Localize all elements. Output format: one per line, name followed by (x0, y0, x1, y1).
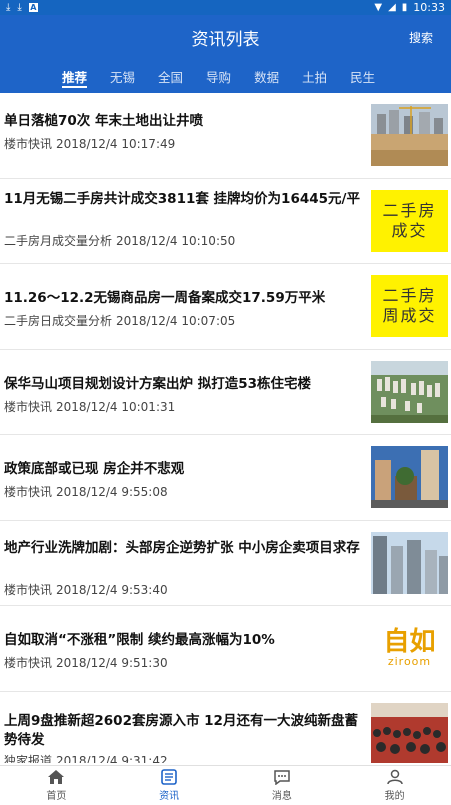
tab-national[interactable]: 全国 (158, 59, 183, 93)
news-meta: 独家报道 2018/12/4 9:31:42 (4, 752, 168, 764)
ziroom-logo-text: 自如 (383, 627, 436, 658)
city-street-photo (371, 446, 448, 509)
news-title: 单日落槌70次 年末土地出让井喷 (4, 113, 203, 129)
tab-data[interactable]: 数据 (254, 59, 279, 93)
page-title: 资讯列表 (191, 29, 260, 50)
news-meta: 楼市快讯 2018/12/4 9:55:08 (4, 483, 168, 500)
tab-land-auction[interactable]: 土拍 (302, 59, 327, 93)
news-thumbnail (371, 360, 448, 423)
signal-icon: ◢ (388, 1, 396, 13)
app-header: 资讯列表 搜索 (0, 15, 451, 59)
news-title: 11.26～12.2无锡商品房一周备案成交17.59万平米 (4, 290, 326, 306)
news-meta: 楼市快讯 2018/12/4 10:17:49 (4, 135, 175, 152)
news-time: 2018/12/4 10:17:49 (56, 137, 176, 151)
news-time: 2018/12/4 9:55:08 (56, 485, 168, 499)
news-meta: 楼市快讯 2018/12/4 9:53:40 (4, 581, 168, 598)
news-thumbnail (371, 531, 448, 594)
news-time: 2018/12/4 9:51:30 (56, 656, 168, 670)
construction-photo (371, 104, 448, 167)
news-title: 11月无锡二手房共计成交3811套 挂牌均价为16445元/平 (4, 190, 360, 207)
tab-guide[interactable]: 导购 (206, 59, 231, 93)
user-icon (386, 769, 403, 785)
download-icon: ⤓ (6, 1, 11, 13)
news-source: 二手房日成交量分析 (4, 314, 113, 328)
status-time: 10:33 (413, 1, 445, 14)
news-item[interactable]: 11.26～12.2无锡商品房一周备案成交17.59万平米 二手房日成交量分析 2… (0, 264, 451, 350)
news-time: 2018/12/4 9:31:42 (56, 753, 168, 764)
home-icon (48, 770, 65, 784)
news-source: 楼市快讯 (4, 137, 53, 151)
news-source: 楼市快讯 (4, 399, 53, 414)
news-source: 二手房月成交量分析 (4, 233, 113, 248)
news-item[interactable]: 上周9盘推新超2602套房源入市 12月还有一大波纯新盘蓄势待发 独家报道 201… (0, 692, 451, 764)
tab-livelihood[interactable]: 民生 (350, 59, 375, 93)
news-source: 楼市快讯 (4, 582, 53, 597)
app-notification-icon: A (28, 3, 38, 12)
news-thumbnail: 二手房 周成交 (371, 275, 448, 338)
news-title: 上周9盘推新超2602套房源入市 12月还有一大波纯新盘蓄势待发 (4, 712, 358, 748)
tab-wuxi[interactable]: 无锡 (110, 59, 135, 93)
nav-news[interactable]: 资讯 (113, 766, 226, 805)
news-time: 2018/12/4 10:10:50 (116, 233, 236, 248)
message-icon (274, 770, 290, 785)
battery-icon: ▮ (401, 1, 408, 13)
news-title: 政策底部或已现 房企并不悲观 (4, 461, 185, 477)
news-source: 独家报道 (4, 753, 53, 764)
news-item[interactable]: 自如取消“不涨租”限制 续约最高涨幅为10% 楼市快讯 2018/12/4 9:5… (0, 606, 451, 692)
tab-recommend[interactable]: 推荐 (62, 59, 88, 93)
news-time: 2018/12/4 10:07:05 (116, 314, 236, 328)
news-time: 2018/12/4 10:01:31 (56, 399, 176, 414)
news-thumbnail (371, 446, 448, 509)
nav-profile[interactable]: 我的 (338, 766, 451, 805)
nav-label: 首页 (46, 791, 67, 802)
news-item[interactable]: 保华马山项目规划设计方案出炉 拟打造53栋住宅楼 楼市快讯 2018/12/4 1… (0, 350, 451, 435)
category-tabs: 推荐 无锡 全国 导购 数据 土拍 民生 (0, 59, 451, 93)
nav-label: 资讯 (159, 791, 180, 802)
bottom-nav: 首页 资讯 消息 我的 (0, 765, 451, 805)
thumb-text: 成交 (391, 220, 428, 240)
news-item[interactable]: 单日落槌70次 年末土地出让井喷 楼市快讯 2018/12/4 10:17:49 (0, 93, 451, 179)
news-icon (161, 769, 177, 785)
news-meta: 二手房月成交量分析 2018/12/4 10:10:50 (4, 232, 235, 249)
news-item[interactable]: 地产行业洗牌加剧：头部房企逆势扩张 中小房企卖项目求存 楼市快讯 2018/12/… (0, 521, 451, 606)
news-thumbnail (371, 104, 448, 167)
news-source: 楼市快讯 (4, 485, 53, 499)
thumb-text: 周成交 (382, 306, 437, 326)
search-button[interactable]: 搜索 (409, 29, 433, 46)
news-meta: 楼市快讯 2018/12/4 10:01:31 (4, 398, 175, 415)
status-bar: ⤓ ⤓ A ▼ ◢ ▮ 10:33 (0, 0, 451, 15)
news-title: 自如取消“不涨租”限制 续约最高涨幅为10% (4, 632, 275, 648)
news-source: 楼市快讯 (4, 656, 53, 670)
thumb-text: 二手房 (382, 286, 437, 306)
news-item[interactable]: 政策底部或已现 房企并不悲观 楼市快讯 2018/12/4 9:55:08 (0, 435, 451, 521)
news-list: 单日落槌70次 年末土地出让井喷 楼市快讯 2018/12/4 10:17:49 … (0, 93, 451, 763)
nav-label: 我的 (384, 791, 405, 802)
nav-home[interactable]: 首页 (0, 766, 113, 805)
ziroom-logo-en: ziroom (387, 655, 432, 669)
wifi-icon: ▼ (374, 1, 383, 13)
nav-label: 消息 (271, 791, 292, 802)
towers-photo (371, 531, 448, 594)
aerial-render-photo (371, 360, 448, 423)
crowd-photo (371, 702, 448, 763)
news-thumbnail: 二手房 成交 (371, 189, 448, 252)
news-time: 2018/12/4 9:53:40 (56, 582, 168, 597)
download-icon: ⤓ (17, 1, 22, 13)
news-meta: 楼市快讯 2018/12/4 9:51:30 (4, 654, 168, 671)
news-title: 地产行业洗牌加剧：头部房企逆势扩张 中小房企卖项目求存 (4, 539, 360, 556)
thumb-text: 二手房 (382, 200, 437, 220)
news-title: 保华马山项目规划设计方案出炉 拟打造53栋住宅楼 (4, 375, 311, 392)
news-meta: 二手房日成交量分析 2018/12/4 10:07:05 (4, 312, 235, 329)
nav-messages[interactable]: 消息 (226, 766, 339, 805)
news-thumbnail (371, 702, 448, 763)
news-thumbnail: 自如 ziroom (371, 617, 448, 680)
news-item[interactable]: 11月无锡二手房共计成交3811套 挂牌均价为16445元/平 二手房月成交量分… (0, 179, 451, 264)
